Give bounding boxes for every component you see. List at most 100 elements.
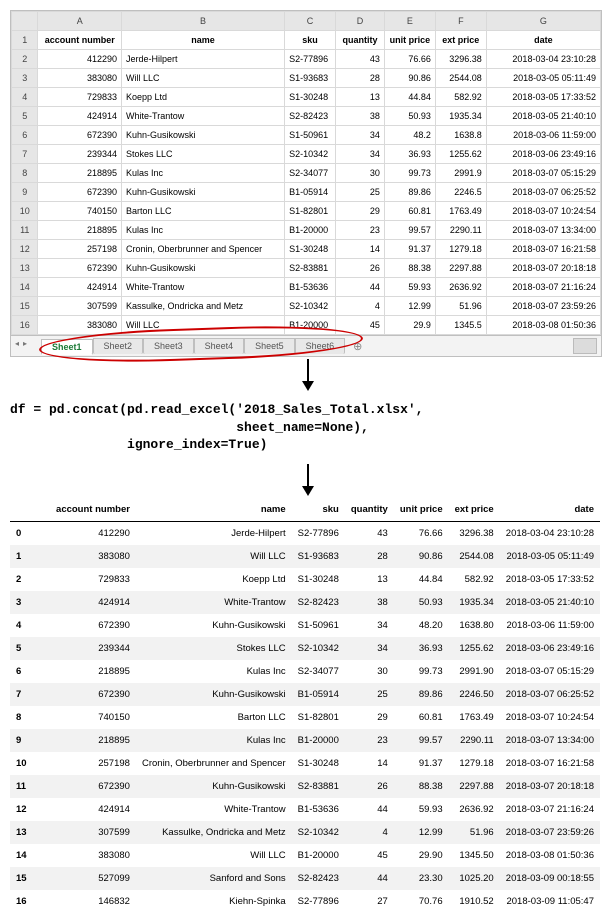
row-number[interactable]: 14 <box>12 278 38 297</box>
cell-ext[interactable]: 3296.38 <box>435 50 486 69</box>
cell-account[interactable]: 218895 <box>38 164 122 183</box>
row-number[interactable]: 12 <box>12 240 38 259</box>
cell-name[interactable]: Kulas Inc <box>122 221 285 240</box>
col-F[interactable]: F <box>435 12 486 31</box>
col-D[interactable]: D <box>336 12 385 31</box>
cell-unit[interactable]: 48.2 <box>384 126 435 145</box>
cell-qty[interactable]: 29 <box>336 202 385 221</box>
nav-prev-icon[interactable]: ◂ <box>15 339 19 348</box>
cell-account[interactable]: 424914 <box>38 278 122 297</box>
cell-date[interactable]: 2018-03-07 20:18:18 <box>486 259 600 278</box>
excel-header-cell[interactable]: date <box>486 31 600 50</box>
cell-date[interactable]: 2018-03-07 23:59:26 <box>486 297 600 316</box>
cell-ext[interactable]: 1935.34 <box>435 107 486 126</box>
cell-ext[interactable]: 2246.5 <box>435 183 486 202</box>
cell-account[interactable]: 412290 <box>38 50 122 69</box>
cell-name[interactable]: Kulas Inc <box>122 164 285 183</box>
cell-date[interactable]: 2018-03-04 23:10:28 <box>486 50 600 69</box>
cell-qty[interactable]: 34 <box>336 126 385 145</box>
cell-date[interactable]: 2018-03-07 05:15:29 <box>486 164 600 183</box>
cell-date[interactable]: 2018-03-07 16:21:58 <box>486 240 600 259</box>
cell-unit[interactable]: 60.81 <box>384 202 435 221</box>
cell-unit[interactable]: 29.9 <box>384 316 435 335</box>
cell-sku[interactable]: S2-77896 <box>285 50 336 69</box>
row-number[interactable]: 6 <box>12 126 38 145</box>
cell-sku[interactable]: B1-05914 <box>285 183 336 202</box>
cell-account[interactable]: 672390 <box>38 259 122 278</box>
cell-name[interactable]: Stokes LLC <box>122 145 285 164</box>
cell-unit[interactable]: 12.99 <box>384 297 435 316</box>
cell-ext[interactable]: 1345.5 <box>435 316 486 335</box>
cell-unit[interactable]: 99.57 <box>384 221 435 240</box>
cell-qty[interactable]: 44 <box>336 278 385 297</box>
cell-sku[interactable]: B1-53636 <box>285 278 336 297</box>
cell-sku[interactable]: S1-82801 <box>285 202 336 221</box>
sheet-tab-sheet2[interactable]: Sheet2 <box>93 338 144 354</box>
cell-date[interactable]: 2018-03-05 05:11:49 <box>486 69 600 88</box>
sheet-tab-sheet6[interactable]: Sheet6 <box>295 338 346 354</box>
cell-qty[interactable]: 14 <box>336 240 385 259</box>
sheet-tab-sheet1[interactable]: Sheet1 <box>41 339 93 355</box>
row-number[interactable]: 16 <box>12 316 38 335</box>
cell-unit[interactable]: 91.37 <box>384 240 435 259</box>
cell-account[interactable]: 307599 <box>38 297 122 316</box>
cell-sku[interactable]: S1-50961 <box>285 126 336 145</box>
cell-account[interactable]: 672390 <box>38 183 122 202</box>
cell-account[interactable]: 672390 <box>38 126 122 145</box>
cell-ext[interactable]: 51.96 <box>435 297 486 316</box>
excel-header-cell[interactable]: unit price <box>384 31 435 50</box>
row-number[interactable]: 5 <box>12 107 38 126</box>
excel-header-cell[interactable]: sku <box>285 31 336 50</box>
cell-date[interactable]: 2018-03-07 06:25:52 <box>486 183 600 202</box>
cell-ext[interactable]: 1638.8 <box>435 126 486 145</box>
cell-account[interactable]: 729833 <box>38 88 122 107</box>
cell-sku[interactable]: S2-10342 <box>285 145 336 164</box>
nav-next-icon[interactable]: ▸ <box>23 339 27 348</box>
cell-sku[interactable]: S1-30248 <box>285 88 336 107</box>
cell-qty[interactable]: 4 <box>336 297 385 316</box>
row-number[interactable]: 11 <box>12 221 38 240</box>
col-G[interactable]: G <box>486 12 600 31</box>
cell-unit[interactable]: 89.86 <box>384 183 435 202</box>
cell-date[interactable]: 2018-03-06 23:49:16 <box>486 145 600 164</box>
cell-sku[interactable]: B1-20000 <box>285 221 336 240</box>
sheet-nav[interactable]: ◂ ▸ <box>15 339 27 348</box>
cell-qty[interactable]: 28 <box>336 69 385 88</box>
cell-date[interactable]: 2018-03-05 21:40:10 <box>486 107 600 126</box>
cell-ext[interactable]: 2991.9 <box>435 164 486 183</box>
cell-date[interactable]: 2018-03-07 21:16:24 <box>486 278 600 297</box>
sheet-tab-sheet5[interactable]: Sheet5 <box>244 338 295 354</box>
cell-name[interactable]: Koepp Ltd <box>122 88 285 107</box>
cell-qty[interactable]: 38 <box>336 107 385 126</box>
cell-qty[interactable]: 34 <box>336 145 385 164</box>
cell-name[interactable]: Kassulke, Ondricka and Metz <box>122 297 285 316</box>
cell-unit[interactable]: 90.86 <box>384 69 435 88</box>
cell-name[interactable]: Kuhn-Gusikowski <box>122 183 285 202</box>
cell-sku[interactable]: B1-20000 <box>285 316 336 335</box>
add-sheet-button[interactable]: ⊕ <box>349 340 366 353</box>
cell-unit[interactable]: 50.93 <box>384 107 435 126</box>
excel-header-cell[interactable]: ext price <box>435 31 486 50</box>
cell-ext[interactable]: 582.92 <box>435 88 486 107</box>
row-number[interactable]: 13 <box>12 259 38 278</box>
row-number[interactable]: 3 <box>12 69 38 88</box>
cell-name[interactable]: Cronin, Oberbrunner and Spencer <box>122 240 285 259</box>
cell-qty[interactable]: 43 <box>336 50 385 69</box>
cell-sku[interactable]: S1-93683 <box>285 69 336 88</box>
cell-ext[interactable]: 2544.08 <box>435 69 486 88</box>
cell-sku[interactable]: S2-83881 <box>285 259 336 278</box>
row-number[interactable]: 7 <box>12 145 38 164</box>
cell-sku[interactable]: S2-34077 <box>285 164 336 183</box>
row-number[interactable]: 2 <box>12 50 38 69</box>
cell-account[interactable]: 257198 <box>38 240 122 259</box>
cell-account[interactable]: 239344 <box>38 145 122 164</box>
cell-ext[interactable]: 1763.49 <box>435 202 486 221</box>
cell-ext[interactable]: 2297.88 <box>435 259 486 278</box>
cell-name[interactable]: Barton LLC <box>122 202 285 221</box>
cell-qty[interactable]: 45 <box>336 316 385 335</box>
cell-sku[interactable]: S2-10342 <box>285 297 336 316</box>
col-A[interactable]: A <box>38 12 122 31</box>
cell-ext[interactable]: 1255.62 <box>435 145 486 164</box>
cell-date[interactable]: 2018-03-08 01:50:36 <box>486 316 600 335</box>
cell-qty[interactable]: 25 <box>336 183 385 202</box>
